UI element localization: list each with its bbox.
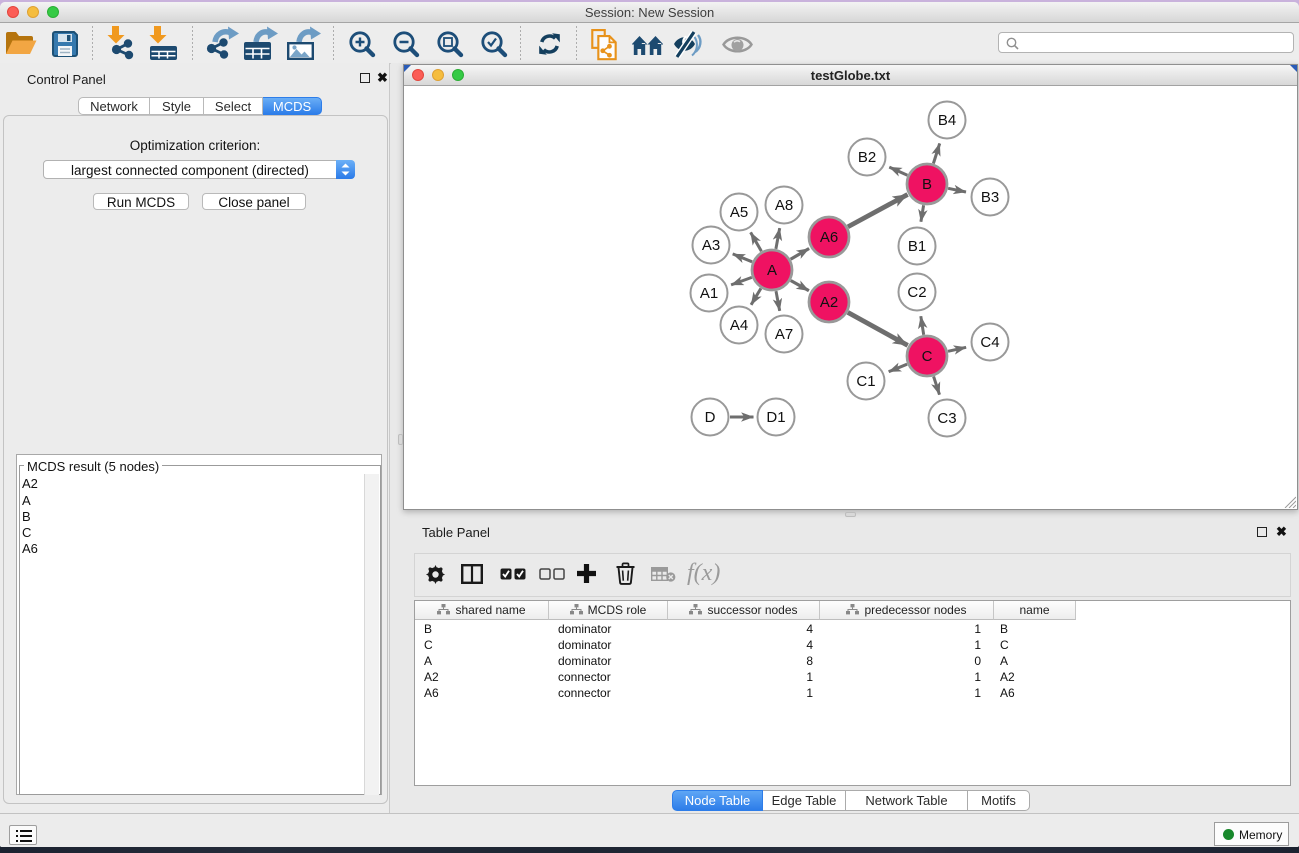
svg-text:D1: D1 — [766, 409, 785, 426]
svg-text:C3: C3 — [937, 410, 956, 427]
svg-text:C2: C2 — [907, 284, 926, 301]
svg-text:A8: A8 — [775, 197, 793, 214]
svg-text:B1: B1 — [908, 238, 926, 255]
svg-text:A1: A1 — [700, 285, 718, 302]
svg-text:B2: B2 — [858, 149, 876, 166]
svg-text:A3: A3 — [702, 237, 720, 254]
svg-text:A4: A4 — [730, 317, 748, 334]
svg-text:C1: C1 — [856, 373, 875, 390]
svg-text:A2: A2 — [820, 294, 838, 311]
svg-text:A7: A7 — [775, 326, 793, 343]
svg-text:D: D — [705, 409, 716, 426]
svg-text:B4: B4 — [938, 112, 956, 129]
svg-text:C: C — [922, 348, 933, 365]
svg-text:B: B — [922, 176, 932, 193]
svg-text:A6: A6 — [820, 229, 838, 246]
svg-text:A5: A5 — [730, 204, 748, 221]
svg-text:C4: C4 — [980, 334, 999, 351]
svg-text:A: A — [767, 262, 777, 279]
svg-text:B3: B3 — [981, 189, 999, 206]
